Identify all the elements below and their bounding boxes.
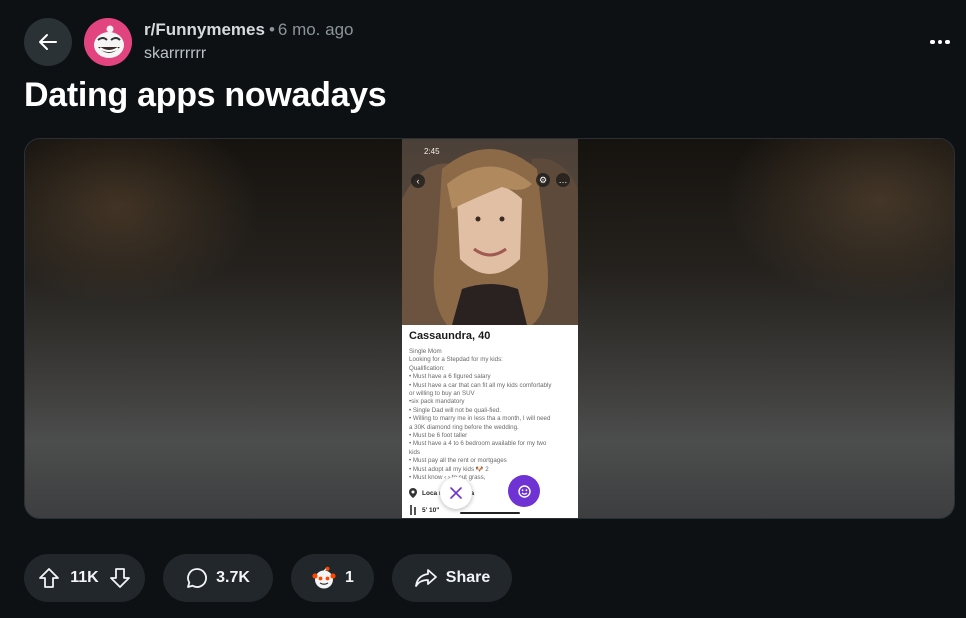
photo-more-icon: … — [556, 173, 570, 187]
back-button[interactable] — [24, 18, 72, 66]
like-button — [508, 475, 540, 507]
arrow-left-icon — [39, 34, 57, 50]
snoo-award-icon — [312, 566, 336, 589]
photo-settings-icon: ⚙ — [536, 173, 550, 187]
post-title: Dating apps nowadays — [24, 76, 387, 114]
speech-bubble-icon — [187, 568, 208, 588]
close-icon — [450, 487, 462, 499]
comments-button[interactable]: 3.7K — [163, 554, 273, 602]
home-indicator — [460, 512, 520, 514]
smiley-icon — [517, 484, 531, 498]
author-name[interactable]: skarrrrrrr — [144, 45, 206, 63]
vote-bar: 11K — [24, 554, 145, 602]
vote-count: 11K — [70, 569, 99, 586]
share-label: Share — [445, 569, 491, 586]
troll-face-icon — [84, 18, 132, 66]
comment-count: 3.7K — [216, 569, 250, 586]
post-meta: r/Funnymemes • 6 mo. ago — [144, 20, 354, 40]
height-icon — [410, 505, 416, 515]
subreddit-avatar[interactable] — [84, 18, 132, 66]
award-count: 1 — [345, 569, 354, 586]
location-pin-icon — [409, 488, 417, 498]
share-arrow-icon — [414, 569, 437, 587]
profile-height: 5' 10" — [409, 505, 439, 515]
downvote-arrow-icon[interactable] — [109, 567, 131, 589]
meta-separator: • — [268, 20, 275, 39]
dislike-button — [440, 477, 472, 509]
profile-name: Cassaundra, 40 — [409, 330, 491, 342]
more-horizontal-icon — [930, 39, 935, 45]
award-button[interactable]: 1 — [291, 554, 374, 602]
post-time: 6 mo. ago — [277, 20, 354, 39]
subreddit-name[interactable]: r/Funnymemes — [144, 20, 265, 39]
upvote-arrow-icon[interactable] — [38, 567, 60, 589]
post-media[interactable]: 2:45 ‹ ⚙ … Cassaundra, 40 Single Mom Loo… — [24, 138, 955, 519]
more-options-button[interactable] — [924, 30, 956, 54]
share-button[interactable]: Share — [392, 554, 512, 602]
profile-photo: 2:45 ‹ ⚙ … — [402, 139, 578, 325]
height-text: 5' 10" — [422, 506, 440, 514]
screenshot-image: 2:45 ‹ ⚙ … Cassaundra, 40 Single Mom Loo… — [402, 139, 578, 518]
photo-back-icon: ‹ — [411, 174, 425, 188]
profile-bio: Single Mom Looking for a Stepdad for my … — [409, 348, 552, 482]
status-time: 2:45 — [424, 147, 440, 156]
